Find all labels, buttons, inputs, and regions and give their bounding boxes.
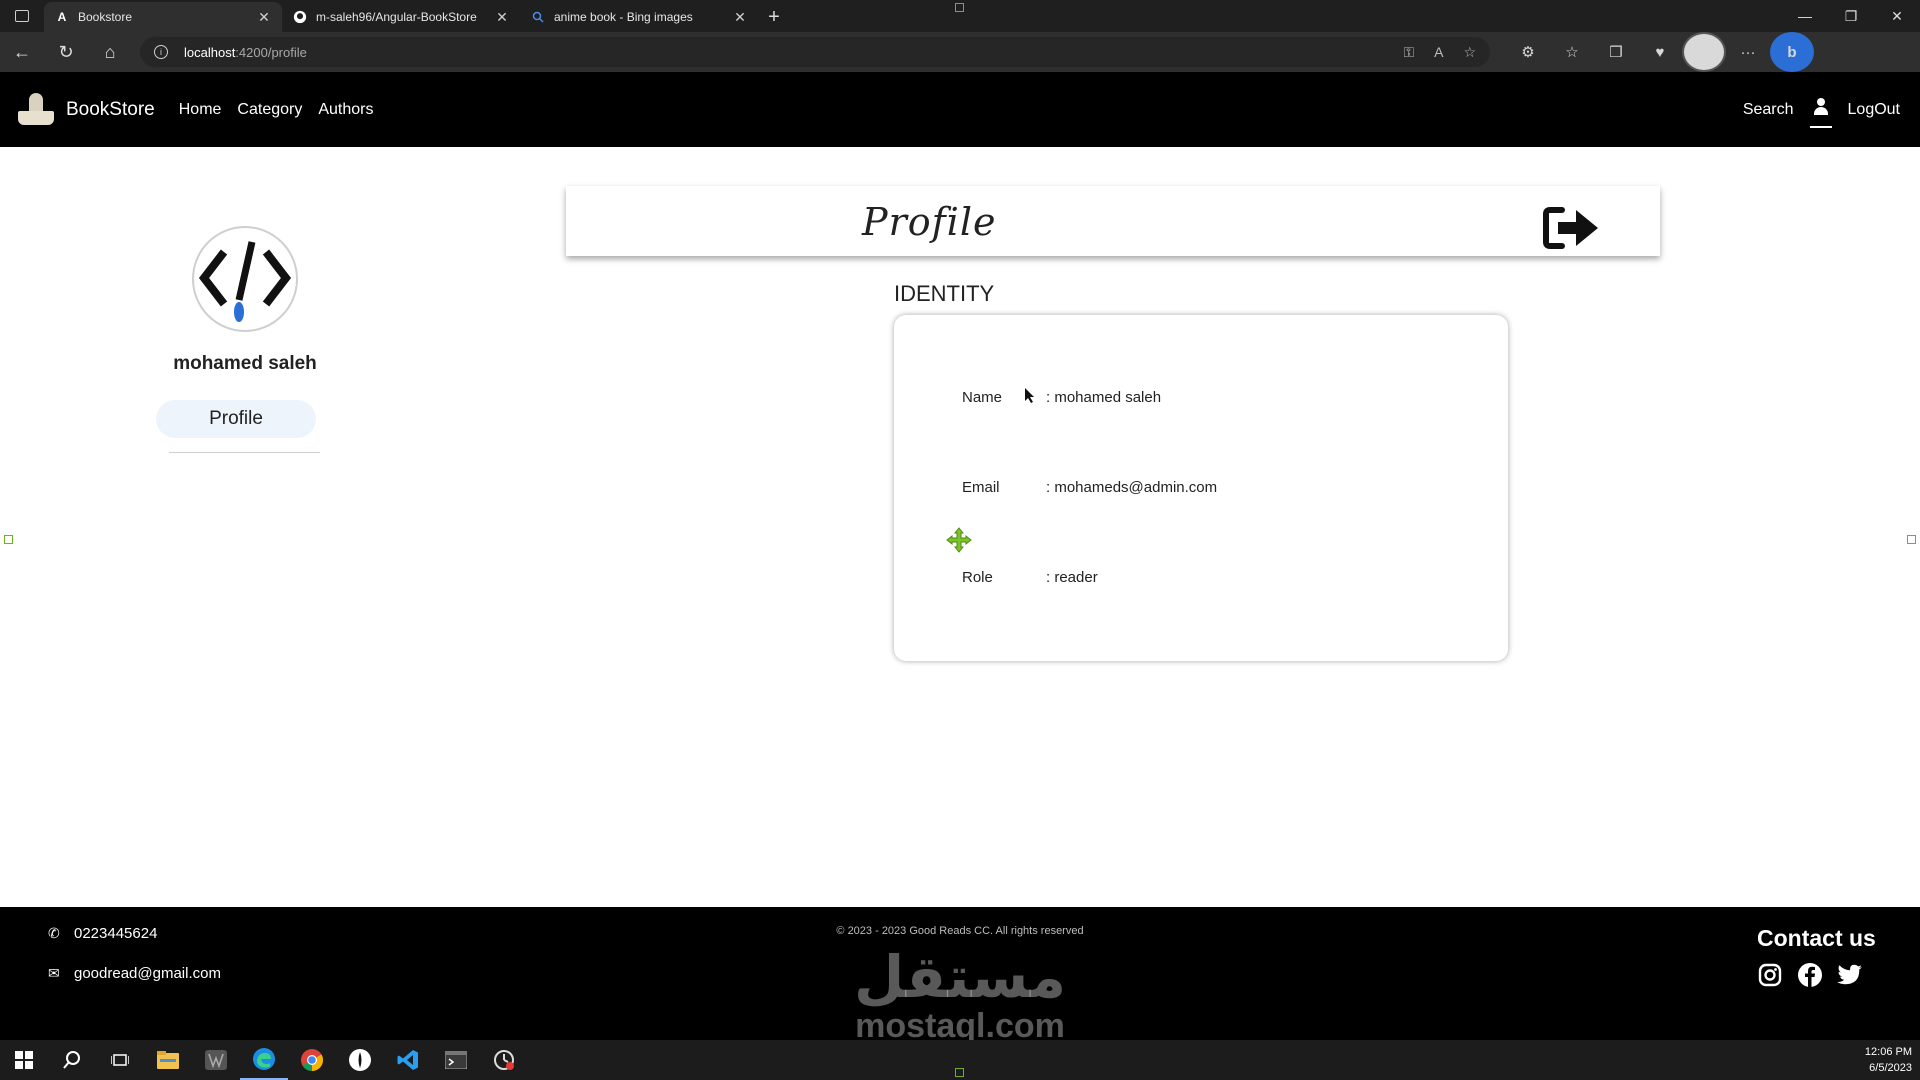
field-value: : reader <box>1046 569 1098 586</box>
app-icon[interactable] <box>192 1040 240 1080</box>
back-icon[interactable]: ← <box>0 32 44 72</box>
windows-start-icon[interactable] <box>0 1040 48 1080</box>
profile-header: Profile <box>566 186 1660 256</box>
twitter-icon[interactable] <box>1837 962 1863 988</box>
footer-phone: ✆ 0223445624 <box>48 925 157 942</box>
sidebar-divider <box>169 452 320 453</box>
key-icon[interactable]: ⚿ <box>1403 44 1414 61</box>
edge-icon[interactable] <box>240 1040 288 1080</box>
selection-handle[interactable] <box>955 3 964 12</box>
system-clock[interactable]: 12:06 PM 6/5/2023 <box>1865 1044 1912 1076</box>
url-host: localhost <box>184 44 236 60</box>
identity-card: Name : mohamed saleh Email : mohameds@ad… <box>894 315 1508 661</box>
identity-heading: IDENTITY <box>894 281 995 306</box>
new-tab-button[interactable]: + <box>758 2 790 32</box>
footer: ✆ 0223445624 ✉ goodread@gmail.com © 2023… <box>0 907 1920 1045</box>
app-navbar: BookStore Home Category Authors Search L… <box>0 72 1920 147</box>
field-value: : mohamed saleh <box>1046 389 1162 406</box>
recorder-icon[interactable] <box>480 1040 528 1080</box>
profile-icon[interactable] <box>1682 32 1726 72</box>
avatar <box>192 226 298 332</box>
nav-search-link[interactable]: Search <box>1743 101 1794 119</box>
close-tab-icon[interactable]: ✕ <box>494 9 510 26</box>
site-info-icon[interactable]: i <box>154 45 168 59</box>
copyright-text: © 2023 - 2023 Good Reads CC. All rights … <box>836 925 1084 937</box>
file-explorer-icon[interactable] <box>144 1040 192 1080</box>
bookstore-logo[interactable] <box>18 92 54 127</box>
selection-handle[interactable] <box>1907 535 1916 544</box>
collections-icon[interactable]: ❒ <box>1594 32 1638 72</box>
sidebar-profile-button[interactable]: Profile <box>156 400 316 438</box>
nav-logout-link[interactable]: LogOut <box>1848 101 1900 119</box>
add-favorite-icon[interactable]: ☆ <box>1463 44 1476 61</box>
move-cross-icon[interactable] <box>946 527 972 553</box>
field-label: Email <box>962 479 1000 496</box>
address-bar[interactable]: i localhost:4200/profile ⚿ A ☆ <box>140 37 1490 67</box>
vscode-icon[interactable] <box>384 1040 432 1080</box>
phone-icon: ✆ <box>48 925 60 941</box>
taskbar-search-icon[interactable] <box>48 1040 96 1080</box>
nav-category-link[interactable]: Category <box>237 101 302 119</box>
tab-github[interactable]: m-saleh96/Angular-BookStore ✕ <box>282 2 520 32</box>
sidebar-username: mohamed saleh <box>173 353 317 374</box>
tab-title: anime book - Bing images <box>554 10 693 24</box>
field-value: : mohameds@admin.com <box>1046 479 1218 496</box>
tab-actions-icon[interactable] <box>0 0 44 32</box>
envelope-icon: ✉ <box>48 965 60 981</box>
nav-home-link[interactable]: Home <box>179 101 222 119</box>
angular-icon: A <box>57 10 67 24</box>
read-aloud-icon[interactable]: A <box>1434 44 1443 61</box>
footer-email: ✉ goodread@gmail.com <box>48 965 221 982</box>
url-path: :4200/profile <box>235 44 307 60</box>
search-icon <box>530 9 546 25</box>
phone-number: 0223445624 <box>74 925 158 942</box>
brand-name[interactable]: BookStore <box>66 99 155 121</box>
instagram-icon[interactable] <box>1757 962 1783 988</box>
tab-title: Bookstore <box>78 10 133 24</box>
identity-row-email: Email : mohameds@admin.com <box>962 479 1217 496</box>
selection-handle[interactable] <box>955 1068 964 1077</box>
terminal-icon[interactable] <box>432 1040 480 1080</box>
mostaql-watermark: مستقل mostaql.com <box>840 945 1080 1045</box>
more-icon[interactable]: ··· <box>1726 32 1770 72</box>
close-tab-icon[interactable]: ✕ <box>256 9 272 26</box>
nav-authors-link[interactable]: Authors <box>318 101 373 119</box>
tab-title: m-saleh96/Angular-BookStore <box>316 10 477 24</box>
restore-icon[interactable]: ❐ <box>1828 0 1874 32</box>
task-view-icon[interactable] <box>96 1040 144 1080</box>
chrome-icon[interactable] <box>288 1040 336 1080</box>
email-address[interactable]: goodread@gmail.com <box>74 965 221 982</box>
logout-icon[interactable] <box>1542 204 1600 252</box>
watermark-arabic: مستقل <box>853 945 1067 1010</box>
close-window-icon[interactable]: ✕ <box>1874 0 1920 32</box>
field-label: Role <box>962 569 993 586</box>
facebook-icon[interactable] <box>1797 962 1823 988</box>
identity-row-role: Role : reader <box>962 569 1098 586</box>
mouse-cursor-icon <box>1025 388 1034 403</box>
bing-chat-icon[interactable]: b <box>1770 32 1814 72</box>
performance-icon[interactable]: ♥ <box>1638 32 1682 72</box>
page-title: Profile <box>862 200 997 244</box>
identity-row-name: Name : mohamed saleh <box>962 389 1161 406</box>
github-icon <box>292 9 308 25</box>
close-tab-icon[interactable]: ✕ <box>732 9 748 26</box>
watermark-latin: mostaql.com <box>855 1007 1065 1045</box>
favorites-icon[interactable]: ☆ <box>1550 32 1594 72</box>
minimize-icon[interactable]: — <box>1782 0 1828 32</box>
code-icon <box>198 241 292 322</box>
home-icon[interactable]: ⌂ <box>88 32 132 72</box>
browser-toolbar: ← ↻ ⌂ i localhost:4200/profile ⚿ A ☆ ⚙ ☆… <box>0 32 1920 72</box>
social-links <box>1757 962 1863 988</box>
window-controls: — ❐ ✕ <box>1782 0 1920 32</box>
tab-bookstore[interactable]: A Bookstore ✕ <box>44 2 282 32</box>
contact-us-heading: Contact us <box>1757 925 1876 951</box>
clock-time: 12:06 PM <box>1864 1046 1912 1058</box>
user-icon[interactable] <box>1809 92 1832 128</box>
clock-date: 6/5/2023 <box>1869 1062 1912 1074</box>
tab-bing[interactable]: anime book - Bing images ✕ <box>520 2 758 32</box>
app-icon[interactable] <box>336 1040 384 1080</box>
extensions-icon[interactable]: ⚙ <box>1506 32 1550 72</box>
selection-handle[interactable] <box>4 535 13 544</box>
refresh-icon[interactable]: ↻ <box>44 32 88 72</box>
